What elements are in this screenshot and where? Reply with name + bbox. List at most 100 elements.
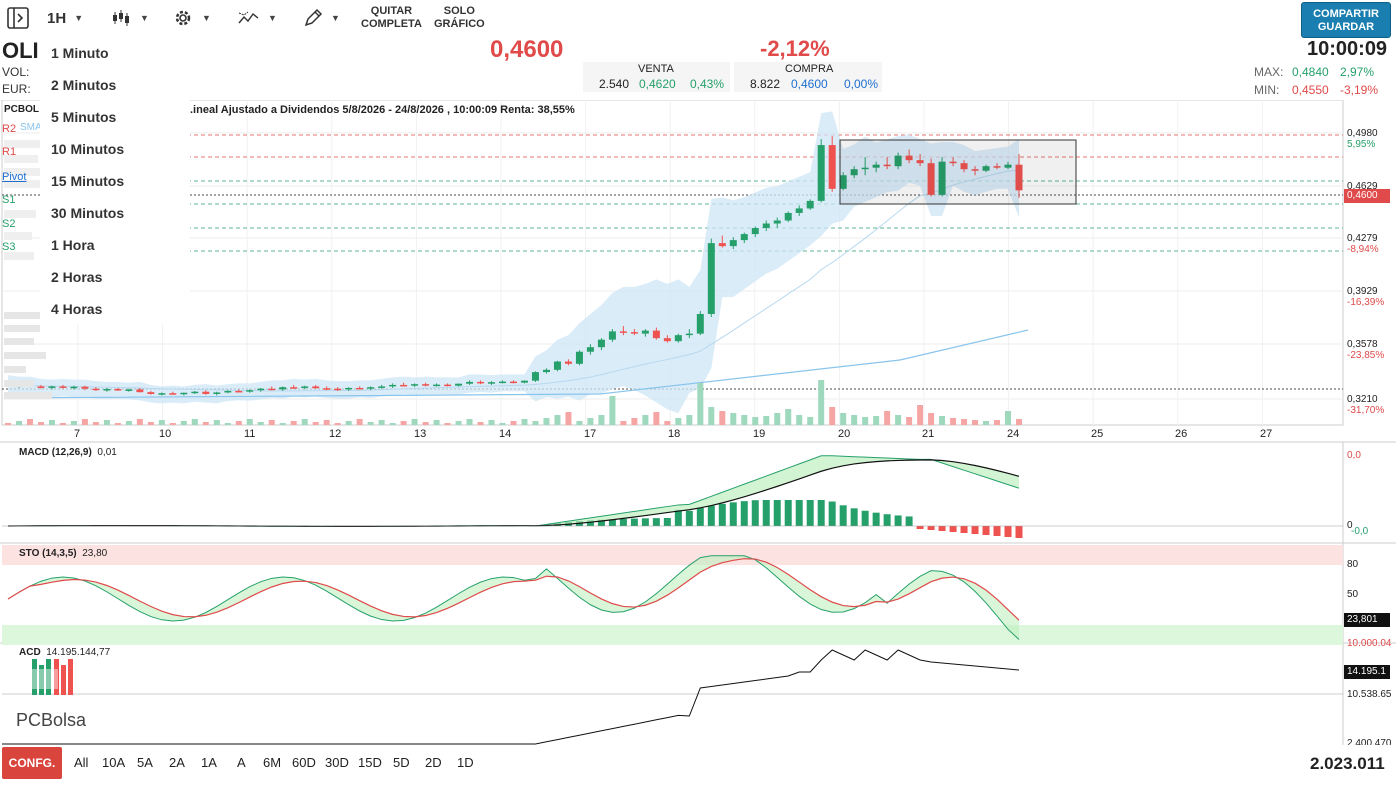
volume-bar (697, 383, 704, 425)
candle-body (466, 381, 474, 384)
settings-button[interactable]: ▼ (172, 4, 211, 32)
volume-bar (345, 421, 352, 425)
candle-body (553, 361, 561, 370)
chart-only-button[interactable]: SOLO GRÁFICO (434, 4, 488, 32)
candle-body (630, 332, 638, 334)
sidebar-toggle-button[interactable] (6, 4, 30, 32)
ticker-symbol: OLI (2, 38, 39, 63)
volume-bar (444, 423, 451, 425)
timeframe-select[interactable]: 1H ▼ (47, 4, 83, 32)
candle-body (510, 381, 517, 384)
volume-bar (433, 420, 440, 425)
candle-body (729, 240, 737, 247)
share-save-button[interactable]: COMPARTIR GUARDAR (1301, 2, 1391, 38)
range-2d-button[interactable]: 2D (425, 755, 442, 770)
candle-body (608, 331, 616, 340)
volume-bar (268, 420, 275, 425)
range-a-button[interactable]: A (237, 755, 246, 770)
volume-bar (114, 423, 121, 425)
chevron-down-icon: ▼ (202, 13, 211, 23)
candle-body (323, 388, 331, 390)
macd-histogram-bar (894, 515, 902, 526)
menu-item-1-minuto[interactable]: 1 Minuto (40, 38, 190, 70)
gear-icon (175, 10, 191, 26)
volume-profile-bar (4, 392, 52, 399)
price-chart[interactable] (0, 100, 1396, 745)
volume-bar (774, 413, 781, 425)
volume-bar (917, 405, 924, 425)
candle-body (455, 383, 463, 386)
candle-body (488, 382, 496, 384)
candle-body (158, 393, 166, 395)
candle-body (619, 331, 627, 333)
candle-body (345, 387, 353, 390)
macd-histogram-bar (971, 526, 979, 534)
range-5d-button[interactable]: 5D (393, 755, 410, 770)
volume-bar (741, 415, 748, 425)
volume-profile-bar (4, 252, 34, 260)
volume-bar (290, 421, 297, 425)
volume-bar (532, 421, 539, 425)
draw-tools-button[interactable]: ▼ (303, 4, 340, 32)
candle-body (246, 390, 254, 392)
indicators-button[interactable]: ▼ (238, 4, 277, 32)
x-axis-label: 21 (922, 428, 935, 440)
range-5a-button[interactable]: 5A (137, 755, 153, 770)
chevron-down-icon: ▼ (268, 13, 277, 23)
volume-bar (334, 423, 341, 425)
menu-item-15-minutos[interactable]: 15 Minutos (40, 166, 190, 198)
quit-full-button[interactable]: QUITAR COMPLETA (361, 4, 425, 32)
acd-line (2, 649, 1020, 745)
candle-body (400, 384, 408, 387)
macd-histogram-bar (916, 526, 924, 529)
chart-type-button[interactable]: ▼ (112, 4, 149, 32)
candle-body (477, 381, 485, 384)
range-6m-button[interactable]: 6M (263, 755, 281, 770)
menu-item-1-hora[interactable]: 1 Hora (40, 230, 190, 262)
candle-body (312, 386, 320, 389)
chart-source: PCBOL (4, 104, 39, 115)
menu-item-2-horas[interactable]: 2 Horas (40, 262, 190, 294)
candle-body (389, 384, 397, 387)
panel-toggle-icon (7, 7, 29, 29)
sma-label: SMA (20, 122, 42, 133)
range-60d-button[interactable]: 60D (292, 755, 316, 770)
candle-body (169, 393, 177, 395)
range-30d-button[interactable]: 30D (325, 755, 349, 770)
volume-bar (598, 415, 605, 425)
menu-item-2-minutos[interactable]: 2 Minutos (40, 70, 190, 102)
volume-bar (477, 422, 484, 425)
last-price-marker: 0,4600 (1344, 189, 1390, 203)
volume-bar (950, 418, 957, 425)
macd-histogram-bar (982, 526, 990, 535)
config-button[interactable]: CONFG. (2, 747, 62, 779)
range-1d-button[interactable]: 1D (457, 755, 474, 770)
range-all-button[interactable]: All (74, 755, 88, 770)
volume-bar (664, 421, 671, 425)
buy-price: 0,4600 (791, 77, 828, 91)
menu-item-4-horas[interactable]: 4 Horas (40, 294, 190, 326)
range-2a-button[interactable]: 2A (169, 755, 185, 770)
candle-body (70, 386, 78, 389)
x-axis-label: 25 (1091, 428, 1104, 440)
acd-tick: 2.400.470 (1347, 738, 1392, 745)
candle-body (268, 388, 276, 391)
menu-item-10-minutos[interactable]: 10 Minutos (40, 134, 190, 166)
top-toolbar: 1H ▼ ▼ ▼ ▼ ▼ QUITAR COMPLETA SOLO GRÁFICO… (0, 0, 1396, 38)
volume-bar (851, 415, 858, 425)
range-10a-button[interactable]: 10A (102, 755, 125, 770)
range-15d-button[interactable]: 15D (358, 755, 382, 770)
range-1a-button[interactable]: 1A (201, 755, 217, 770)
menu-item-5-minutos[interactable]: 5 Minutos (40, 102, 190, 134)
menu-item-30-minutos[interactable]: 30 Minutos (40, 198, 190, 230)
candle-body (817, 145, 825, 201)
price-tick: 0,3929 (1347, 286, 1378, 297)
macd-histogram-bar (949, 526, 957, 532)
volume-bar (400, 421, 407, 425)
macd-histogram-bar (674, 509, 682, 526)
volume-bar (125, 421, 132, 425)
price-change: -2,12% (760, 36, 830, 61)
candle-body (828, 145, 836, 189)
price-pct: -16,39% (1347, 297, 1385, 308)
macd-histogram-bar (696, 508, 704, 526)
